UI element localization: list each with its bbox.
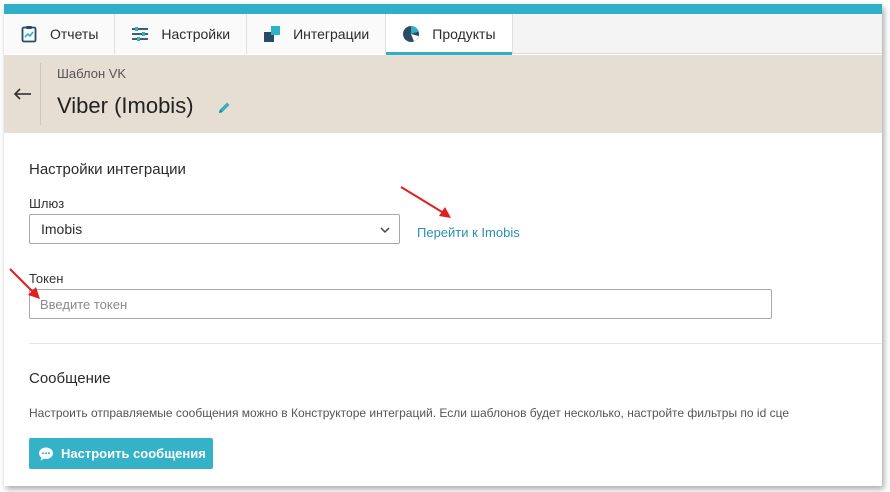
pencil-edit-icon[interactable] bbox=[217, 101, 231, 115]
tab-integrations[interactable]: Интеграции bbox=[247, 14, 387, 54]
tab-bar-filler bbox=[512, 14, 882, 53]
token-label: Токен bbox=[29, 271, 64, 286]
main-content: Настройки интеграции Шлюз Imobis Перейти… bbox=[4, 133, 882, 486]
tab-bar: Отчеты Настройки Интеграции Продукты bbox=[4, 14, 882, 55]
token-input[interactable] bbox=[29, 289, 772, 319]
app-window: Отчеты Настройки Интеграции Продукты Шаб bbox=[4, 4, 882, 486]
go-to-imobis-link[interactable]: Перейти к Imobis bbox=[417, 225, 520, 240]
gateway-select[interactable]: Imobis bbox=[29, 214, 400, 244]
tab-reports-label: Отчеты bbox=[50, 26, 99, 42]
header-divider bbox=[40, 63, 41, 125]
back-arrow-icon[interactable] bbox=[12, 83, 34, 105]
configure-messages-label: Настроить сообщения bbox=[61, 446, 206, 461]
sliders-icon bbox=[131, 25, 149, 43]
clipboard-chart-icon bbox=[20, 25, 38, 43]
message-section-title: Сообщение bbox=[29, 370, 111, 387]
tab-integrations-label: Интеграции bbox=[293, 26, 370, 42]
page-title: Viber (Imobis) bbox=[57, 93, 194, 118]
tab-products-label: Продукты bbox=[432, 26, 496, 42]
section-divider bbox=[29, 343, 882, 344]
products-pie-icon bbox=[402, 25, 420, 43]
chevron-down-icon bbox=[379, 223, 391, 235]
gateway-select-value: Imobis bbox=[41, 221, 83, 237]
integration-settings-title: Настройки интеграции bbox=[29, 161, 186, 178]
breadcrumb[interactable]: Шаблон VK bbox=[57, 66, 126, 81]
message-description: Настроить отправляемые сообщения можно в… bbox=[29, 406, 790, 420]
tab-settings-label: Настройки bbox=[161, 26, 231, 42]
gateway-label: Шлюз bbox=[29, 196, 65, 211]
tab-settings[interactable]: Настройки bbox=[115, 14, 248, 54]
tab-products[interactable]: Продукты bbox=[386, 14, 513, 55]
page-header: Шаблон VK Viber (Imobis) bbox=[4, 55, 882, 133]
top-accent-bar bbox=[4, 4, 882, 14]
chat-bubble-icon bbox=[38, 446, 54, 462]
configure-messages-button[interactable]: Настроить сообщения bbox=[29, 438, 213, 469]
integration-blocks-icon bbox=[263, 25, 281, 43]
tab-reports[interactable]: Отчеты bbox=[4, 14, 116, 54]
